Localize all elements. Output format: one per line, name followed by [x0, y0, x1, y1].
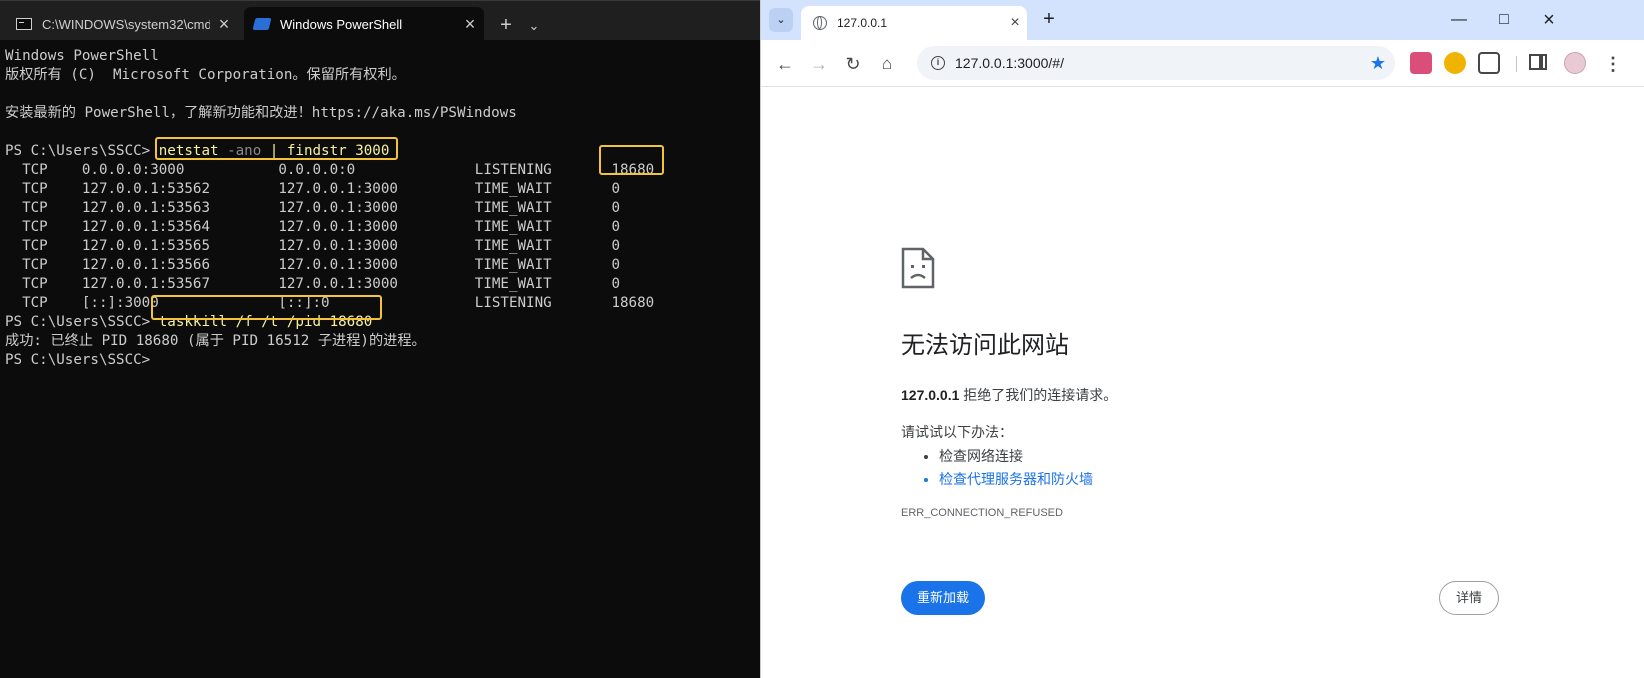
terminal-line: Windows PowerShell	[5, 48, 159, 64]
tab-powershell-label: Windows PowerShell	[280, 16, 403, 32]
side-panel-icon[interactable]	[1529, 54, 1547, 70]
error-host: 127.0.0.1	[901, 387, 960, 403]
minimize-button[interactable]: —	[1437, 6, 1481, 34]
close-icon[interactable]: ×	[210, 14, 238, 35]
browser-window: ⌄ 127.0.0.1 × + — □ × ← → ↻ ⌂ i 127.0.0.…	[760, 0, 1644, 678]
highlight-pid	[599, 145, 664, 175]
maximize-button[interactable]: □	[1482, 6, 1526, 34]
close-icon[interactable]: ×	[456, 14, 484, 35]
more-menu-icon[interactable]: ⋮	[1603, 50, 1623, 78]
new-tab-button[interactable]: +	[492, 13, 520, 39]
highlight-taskkill-command	[151, 295, 382, 320]
error-page: 无法访问此网站 127.0.0.1 拒绝了我们的连接请求。 请试试以下办法： 检…	[761, 87, 1644, 678]
terminal-output[interactable]: Windows PowerShell 版权所有 (C) Microsoft Co…	[5, 47, 755, 370]
address-bar[interactable]: i 127.0.0.1:3000/#/ ★	[917, 46, 1395, 80]
extension-icon[interactable]	[1444, 52, 1466, 74]
cmd-icon	[16, 18, 32, 30]
netstat-row: TCP 127.0.0.1:53567 127.0.0.1:3000 TIME_…	[5, 276, 620, 292]
extension-icon[interactable]	[1410, 52, 1432, 74]
home-icon[interactable]: ⌂	[873, 50, 901, 78]
window-close-button[interactable]: ×	[1527, 6, 1571, 34]
tab-search-button[interactable]: ⌄	[769, 8, 793, 32]
netstat-row: TCP 127.0.0.1:53566 127.0.0.1:3000 TIME_…	[5, 257, 620, 273]
tab-cmd-label: C:\WINDOWS\system32\cmd.e	[42, 16, 210, 32]
avatar[interactable]	[1564, 52, 1586, 74]
terminal-tab-bar: C:\WINDOWS\system32\cmd.e × Windows Powe…	[0, 0, 760, 41]
error-code: ERR_CONNECTION_REFUSED	[901, 507, 1063, 519]
suggestion-link-proxy[interactable]: 检查代理服务器和防火墙	[939, 468, 1093, 491]
terminal-line: 版权所有 (C) Microsoft Corporation。保留所有权利。	[5, 67, 406, 83]
prompt: PS C:\Users\SSCC>	[5, 314, 159, 330]
error-description: 127.0.0.1 拒绝了我们的连接请求。	[901, 385, 1117, 405]
tab-powershell[interactable]: Windows PowerShell ×	[244, 7, 484, 41]
site-info-icon[interactable]: i	[931, 56, 945, 70]
terminal-line: 成功: 已终止 PID 18680 (属于 PID 16512 子进程)的进程。	[5, 333, 426, 349]
netstat-row: TCP 127.0.0.1:53563 127.0.0.1:3000 TIME_…	[5, 200, 620, 216]
suggestions-list: 检查网络连接 检查代理服务器和防火墙	[901, 445, 1093, 491]
reload-icon[interactable]: ↻	[839, 50, 867, 78]
sad-file-icon	[901, 247, 935, 289]
netstat-row: TCP 127.0.0.1:53562 127.0.0.1:3000 TIME_…	[5, 181, 620, 197]
powershell-icon	[252, 18, 272, 30]
error-title: 无法访问此网站	[901, 332, 1069, 359]
back-button[interactable]: ←	[771, 50, 799, 78]
suggestions-heading: 请试试以下办法：	[901, 424, 1013, 440]
highlight-netstat-command	[155, 137, 398, 160]
terminal-line: PS C:\Users\SSCC>	[5, 352, 151, 368]
terminal-line: 安装最新的 PowerShell，了解新功能和改进！https://aka.ms…	[5, 105, 517, 121]
netstat-row: TCP 127.0.0.1:53564 127.0.0.1:3000 TIME_…	[5, 219, 620, 235]
toolbar-divider	[1516, 56, 1517, 72]
error-description-text: 拒绝了我们的连接请求。	[959, 387, 1118, 403]
close-icon[interactable]: ×	[1003, 14, 1027, 32]
extensions-puzzle-icon[interactable]	[1478, 52, 1500, 74]
reload-button[interactable]: 重新加载	[901, 581, 985, 615]
netstat-row: TCP 127.0.0.1:53565 127.0.0.1:3000 TIME_…	[5, 238, 620, 254]
forward-button[interactable]: →	[805, 50, 833, 78]
bookmark-star-icon[interactable]: ★	[1361, 53, 1395, 74]
new-tab-button[interactable]: +	[1037, 8, 1061, 32]
url-text: 127.0.0.1:3000/#/	[955, 55, 1064, 71]
details-button[interactable]: 详情	[1439, 581, 1499, 615]
tab-title: 127.0.0.1	[837, 16, 888, 30]
tab-localhost[interactable]: 127.0.0.1 ×	[801, 6, 1027, 40]
suggestion-item: 检查网络连接	[939, 445, 1093, 468]
globe-icon	[813, 16, 827, 30]
tab-cmd[interactable]: C:\WINDOWS\system32\cmd.e ×	[6, 7, 238, 41]
chevron-down-icon[interactable]: ⌄	[523, 13, 545, 39]
prompt: PS C:\Users\SSCC>	[5, 143, 159, 159]
browser-toolbar: ← → ↻ ⌂ i 127.0.0.1:3000/#/ ★ ⋮	[761, 40, 1644, 87]
terminal-window: C:\WINDOWS\system32\cmd.e × Windows Powe…	[0, 0, 760, 678]
browser-tab-strip: ⌄ 127.0.0.1 × + — □ ×	[761, 0, 1644, 40]
